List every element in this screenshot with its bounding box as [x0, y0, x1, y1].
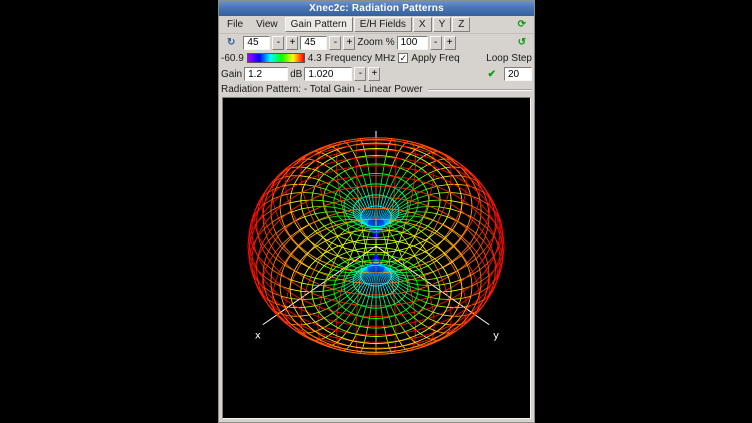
gain-frequency-row: Gain dB - + ✔ [219, 65, 534, 83]
rotate-spinbox[interactable] [243, 36, 270, 50]
incline-spinbox[interactable] [300, 36, 327, 50]
frame-groove-line [428, 89, 532, 91]
svg-text:y: y [493, 331, 499, 342]
zoom-label: Zoom % [357, 37, 394, 48]
render-icon[interactable]: ↺ [512, 35, 532, 50]
scale-min-label: -60.9 [221, 53, 244, 64]
menubar: File View Gain Pattern E/H Fields X Y Z … [219, 16, 534, 34]
scale-frequency-row: -60.9 4.3 Frequency MHz ✓ Apply Freq Loo… [219, 51, 534, 65]
gain-label: Gain [221, 69, 242, 80]
loop-label[interactable]: Loop [486, 53, 508, 64]
xnec2c-window: Xnec2c: Radiation Patterns File View Gai… [218, 0, 535, 423]
incline-minus-button[interactable]: - [329, 36, 341, 50]
window-titlebar[interactable]: Xnec2c: Radiation Patterns [219, 1, 534, 16]
axis-y-button[interactable]: Y [433, 17, 452, 32]
rotate-minus-button[interactable]: - [272, 36, 284, 50]
zoom-spinbox[interactable] [397, 36, 428, 50]
zoom-minus-button[interactable]: - [430, 36, 442, 50]
window-title: Xnec2c: Radiation Patterns [309, 3, 444, 14]
apply-freq-label[interactable]: Apply Freq [411, 53, 459, 64]
frequency-label: Frequency MHz [325, 53, 396, 64]
colormap-scale [247, 53, 305, 63]
rotate-icon[interactable]: ↻ [221, 35, 241, 50]
axis-x-button[interactable]: X [413, 17, 432, 32]
apply-check-icon[interactable]: ✔ [482, 67, 502, 82]
radiation-pattern-plot: xy [223, 98, 530, 419]
redraw-icon[interactable]: ⟳ [512, 17, 532, 32]
apply-freq-checkbox[interactable]: ✓ [398, 53, 408, 63]
step-label: Step [511, 53, 532, 64]
frequency-spinbox[interactable] [304, 67, 352, 81]
gain-value-field[interactable] [244, 67, 288, 81]
tab-gain-pattern[interactable]: Gain Pattern [285, 17, 353, 32]
radiation-pattern-canvas[interactable]: xy [222, 97, 531, 419]
tab-eh-fields[interactable]: E/H Fields [354, 17, 412, 32]
frequency-plus-button[interactable]: + [368, 67, 380, 81]
freq-steps-field[interactable] [504, 67, 532, 81]
zoom-plus-button[interactable]: + [444, 36, 456, 50]
scale-max-label: 4.3 [308, 53, 322, 64]
view-toolbar: ↻ - + - + Zoom % - + ↺ [219, 34, 534, 51]
rotate-plus-button[interactable]: + [286, 36, 298, 50]
menu-file[interactable]: File [221, 17, 249, 32]
plot-frame-title: Radiation Pattern: - Total Gain - Linear… [221, 84, 423, 95]
desktop-background: Xnec2c: Radiation Patterns File View Gai… [0, 0, 752, 423]
incline-plus-button[interactable]: + [343, 36, 355, 50]
gain-unit-label: dB [290, 69, 302, 80]
menu-view[interactable]: View [250, 17, 284, 32]
axis-z-button[interactable]: Z [452, 17, 470, 32]
plot-frame-header: Radiation Pattern: - Total Gain - Linear… [219, 83, 534, 96]
svg-text:x: x [255, 331, 261, 342]
frequency-minus-button[interactable]: - [354, 67, 366, 81]
